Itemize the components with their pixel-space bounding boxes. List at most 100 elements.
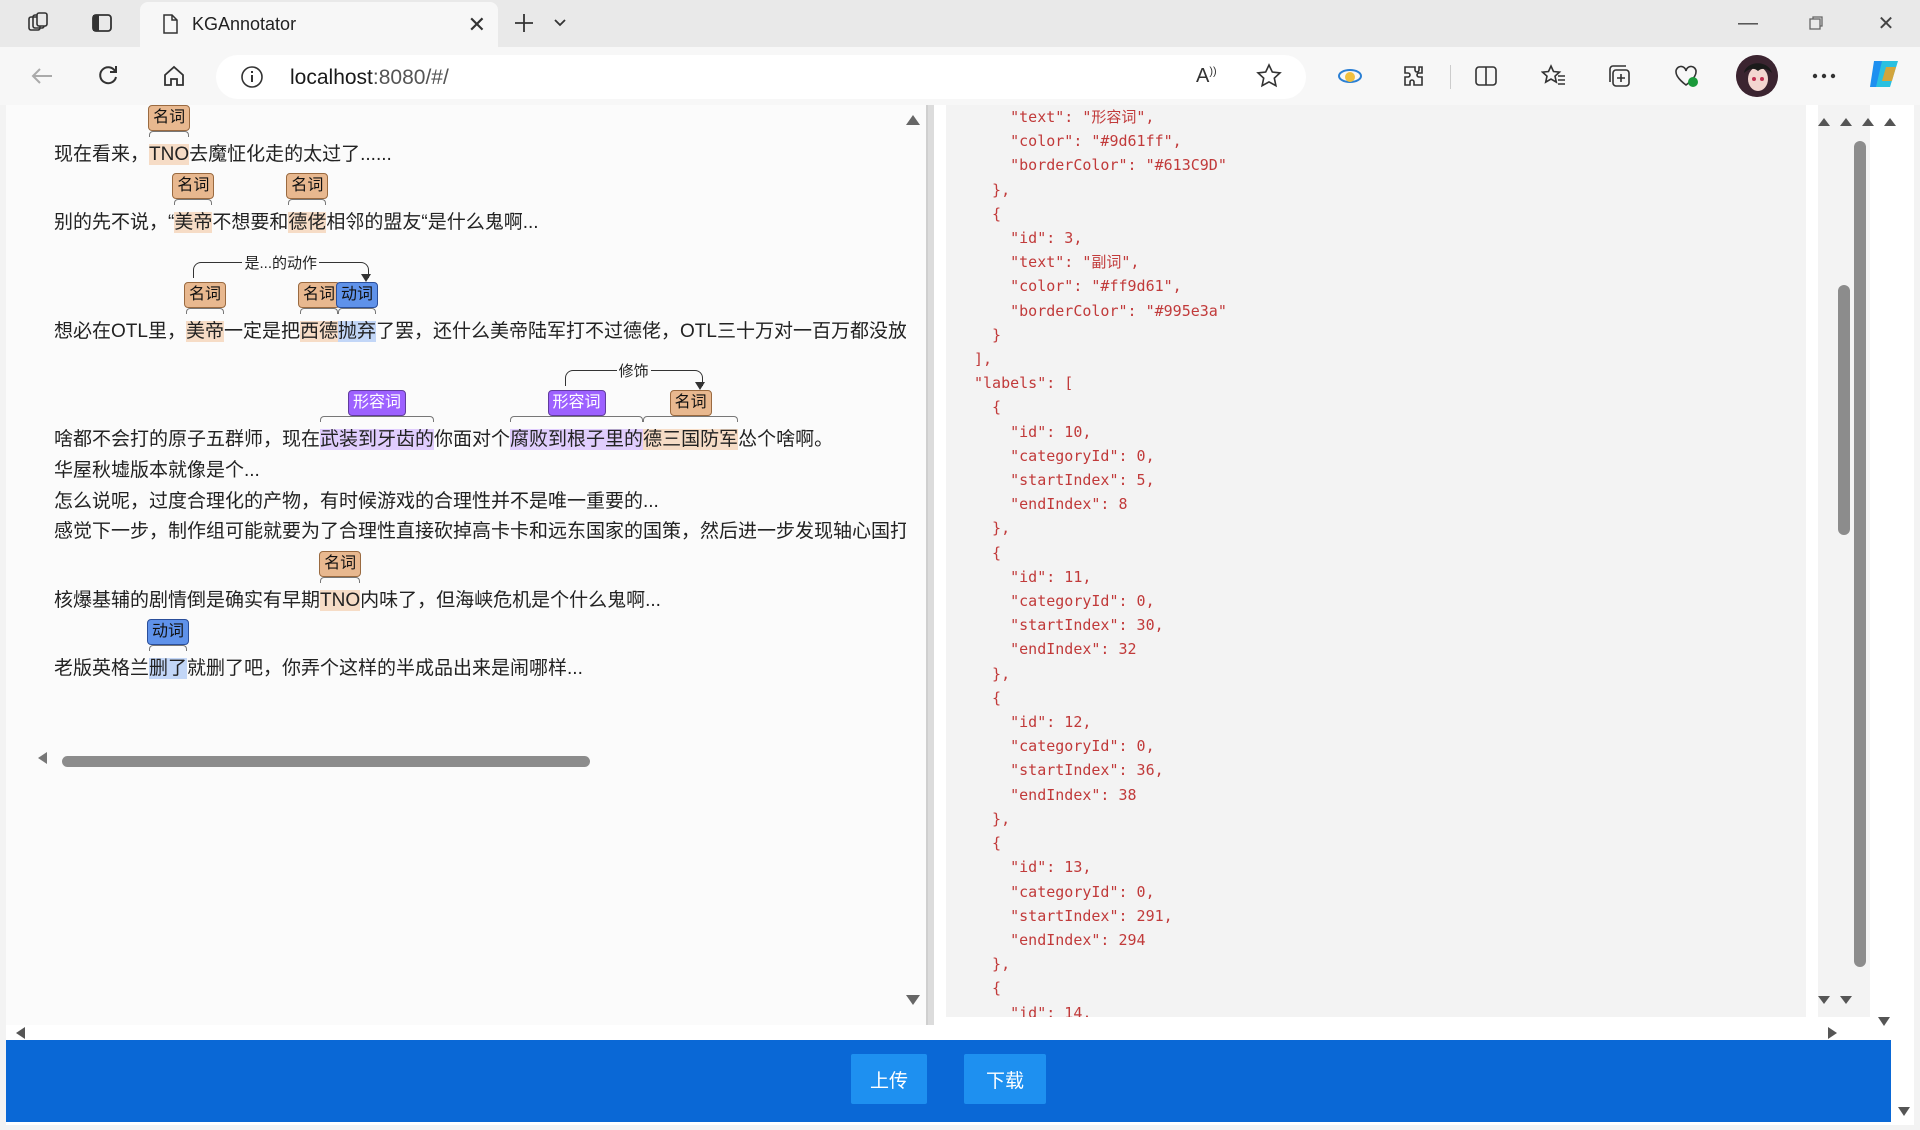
noun-label-tag[interactable]: 名词 bbox=[286, 173, 329, 199]
workspaces-icon[interactable] bbox=[22, 8, 54, 38]
scroll-down-arrows[interactable] bbox=[1818, 993, 1858, 1011]
adj-label-tag[interactable]: 形容词 bbox=[348, 390, 407, 416]
annotator-hscroll-left-arrow[interactable] bbox=[38, 752, 47, 764]
annotated-span[interactable]: TNO bbox=[149, 144, 190, 165]
relation-label[interactable]: 是...的动作 bbox=[242, 252, 319, 273]
noun-label-tag[interactable]: 名词 bbox=[669, 390, 712, 416]
label-bracket bbox=[320, 416, 435, 422]
text-segment: 核爆基辅的剧情倒是确实有早期 bbox=[54, 590, 321, 611]
new-tab-icon[interactable] bbox=[508, 8, 540, 38]
chevron-down-icon[interactable] bbox=[544, 8, 576, 38]
upload-button[interactable]: 上传 bbox=[851, 1054, 927, 1104]
download-button[interactable]: 下载 bbox=[964, 1054, 1046, 1104]
noun-label-tag[interactable]: 名词 bbox=[183, 282, 226, 308]
relation-label[interactable]: 修饰 bbox=[616, 360, 651, 381]
label-bracket bbox=[149, 645, 188, 651]
url-path: :8080/#/ bbox=[372, 66, 449, 89]
collections-icon[interactable] bbox=[1602, 59, 1638, 93]
verb-label-tag[interactable]: 动词 bbox=[336, 282, 379, 308]
info-icon[interactable] bbox=[240, 65, 264, 94]
annotator-hscroll-thumb[interactable] bbox=[62, 756, 590, 767]
annotated-span[interactable]: 武装到牙齿的 bbox=[320, 429, 435, 450]
browser-essentials-icon[interactable] bbox=[1332, 59, 1368, 93]
text-segment: 了罢，还什么美帝陆军打不过德佬，OTL三十万对一百万都没放 bbox=[376, 321, 906, 342]
json-content[interactable]: "text": "形容词", "color": "#9d61ff", "bord… bbox=[974, 105, 1227, 1017]
read-aloud-icon[interactable]: A)) bbox=[1196, 65, 1217, 88]
window-close-icon[interactable]: ✕ bbox=[1866, 8, 1906, 38]
page-vscroll-down-arrow-2[interactable] bbox=[1898, 1107, 1910, 1116]
split-screen-icon[interactable] bbox=[1468, 59, 1504, 93]
text-segment: 怂个啥啊。 bbox=[738, 429, 834, 450]
restore-icon[interactable] bbox=[1796, 8, 1836, 38]
text-segment: 就删了吧，你弄个这样的半成品出来是闹哪样... bbox=[187, 658, 583, 679]
text-line[interactable]: 现在看来，TNO去魔怔化走的太过了...... bbox=[54, 139, 392, 166]
refresh-icon[interactable] bbox=[90, 59, 126, 93]
address-toolbar: localhost:8080/#/ A)) bbox=[0, 47, 1920, 105]
text-line[interactable]: 核爆基辅的剧情倒是确实有早期TNO内味了，但海峡危机是个什么鬼啊... bbox=[54, 585, 661, 612]
page-vscroll-down-arrow[interactable] bbox=[1878, 1017, 1890, 1026]
noun-label-tag[interactable]: 名词 bbox=[172, 173, 215, 199]
active-tab[interactable]: KGAnnotator ✕ bbox=[140, 2, 498, 47]
favorite-star-icon[interactable] bbox=[1256, 63, 1282, 94]
json-hscroll-right-arrow[interactable] bbox=[1828, 1027, 1837, 1039]
annotator-vscroll-down-arrow[interactable] bbox=[906, 995, 920, 1005]
text-line[interactable]: 怎么说呢，过度合理化的产物，有时候游戏的合理性并不是唯一重要的... bbox=[54, 486, 659, 513]
performance-icon[interactable] bbox=[1668, 59, 1704, 93]
label-bracket bbox=[288, 199, 327, 205]
page-hscroll-left-arrow[interactable] bbox=[16, 1027, 25, 1039]
label-bracket bbox=[149, 131, 190, 137]
label-bracket bbox=[338, 308, 377, 314]
copilot-icon[interactable] bbox=[1866, 57, 1902, 91]
url-bar[interactable]: localhost:8080/#/ A)) bbox=[216, 55, 1306, 99]
pane-splitter[interactable] bbox=[926, 105, 934, 1025]
noun-label-tag[interactable]: 名词 bbox=[297, 282, 340, 308]
tab-actions-icon[interactable] bbox=[86, 8, 118, 38]
text-segment: 相邻的盟友“是什么鬼啊... bbox=[326, 212, 539, 233]
annotated-span[interactable]: 西德 bbox=[299, 321, 338, 342]
back-icon[interactable] bbox=[24, 59, 60, 93]
json-vscroll-outer-thumb[interactable] bbox=[1838, 285, 1850, 535]
text-segment: 内味了，但海峡危机是个什么鬼啊... bbox=[360, 590, 661, 611]
home-icon[interactable] bbox=[156, 59, 192, 93]
text-line[interactable]: 感觉下一步，制作组可能就要为了合理性直接砍掉高卡卡和远东国家的国策，然后进一步发… bbox=[54, 516, 906, 543]
page-viewport: 现在看来，TNO去魔怔化走的太过了...... 名词 别的先不说，“美帝不想要和德佬… bbox=[6, 105, 1914, 1125]
annotated-span[interactable]: 美帝 bbox=[174, 212, 213, 233]
favorites-icon[interactable] bbox=[1536, 59, 1572, 93]
annotator-canvas[interactable]: 现在看来，TNO去魔怔化走的太过了...... 名词 别的先不说，“美帝不想要和德佬… bbox=[6, 105, 906, 745]
extension-icon[interactable] bbox=[1396, 59, 1432, 93]
text-segment: 别的先不说，“ bbox=[54, 212, 175, 233]
annotated-span[interactable]: 腐败到根子里的 bbox=[510, 429, 644, 450]
text-line[interactable]: 老版英格兰删了就删了吧，你弄个这样的半成品出来是闹哪样... bbox=[54, 653, 583, 680]
avatar[interactable] bbox=[1736, 55, 1778, 97]
text-segment: 怎么说呢，过度合理化的产物，有时候游戏的合理性并不是唯一重要的... bbox=[54, 491, 659, 512]
scroll-up-arrows[interactable] bbox=[1818, 115, 1898, 133]
annotator-pane[interactable]: 现在看来，TNO去魔怔化走的太过了...... 名词 别的先不说，“美帝不想要和德佬… bbox=[6, 105, 926, 1039]
text-line[interactable]: 想必在OTL里，美帝一定是把西德抛弃了罢，还什么美帝陆军打不过德佬，OTL三十万… bbox=[54, 316, 906, 343]
annotated-span[interactable]: 抛弃 bbox=[338, 321, 377, 342]
annotated-span[interactable]: 删了 bbox=[149, 658, 188, 679]
text-line[interactable]: 啥都不会打的原子五群师，现在武装到牙齿的你面对个腐败到根子里的德三国防军怂个啥啊… bbox=[54, 424, 833, 451]
label-bracket bbox=[643, 416, 739, 422]
annotated-span[interactable]: 德三国防军 bbox=[643, 429, 739, 450]
annotated-span[interactable]: 德佬 bbox=[288, 212, 327, 233]
text-line[interactable]: 华屋秋墟版本就像是个... bbox=[54, 455, 260, 482]
json-scroll-column bbox=[1818, 105, 1896, 1017]
close-icon[interactable]: ✕ bbox=[468, 12, 486, 38]
annotator-vscroll-up-arrow[interactable] bbox=[906, 115, 920, 125]
url-host: localhost bbox=[290, 66, 373, 89]
text-line[interactable]: 别的先不说，“美帝不想要和德佬相邻的盟友“是什么鬼啊... bbox=[54, 207, 539, 234]
json-pane[interactable]: "text": "形容词", "color": "#9d61ff", "bord… bbox=[946, 105, 1806, 1017]
text-segment: 想必在OTL里， bbox=[54, 321, 186, 342]
noun-label-tag[interactable]: 名词 bbox=[148, 105, 191, 131]
json-vscroll-thumb[interactable] bbox=[1854, 141, 1866, 967]
verb-label-tag[interactable]: 动词 bbox=[147, 619, 190, 645]
label-bracket bbox=[320, 577, 361, 583]
adj-label-tag[interactable]: 形容词 bbox=[547, 390, 606, 416]
minimize-icon[interactable]: — bbox=[1728, 8, 1768, 38]
text-segment: 啥都不会打的原子五群师，现在 bbox=[54, 429, 321, 450]
annotated-span[interactable]: TNO bbox=[320, 590, 361, 611]
noun-label-tag[interactable]: 名词 bbox=[319, 551, 362, 577]
more-icon[interactable] bbox=[1806, 59, 1842, 93]
annotated-span[interactable]: 美帝 bbox=[185, 321, 224, 342]
toolbar-divider bbox=[1450, 65, 1451, 89]
